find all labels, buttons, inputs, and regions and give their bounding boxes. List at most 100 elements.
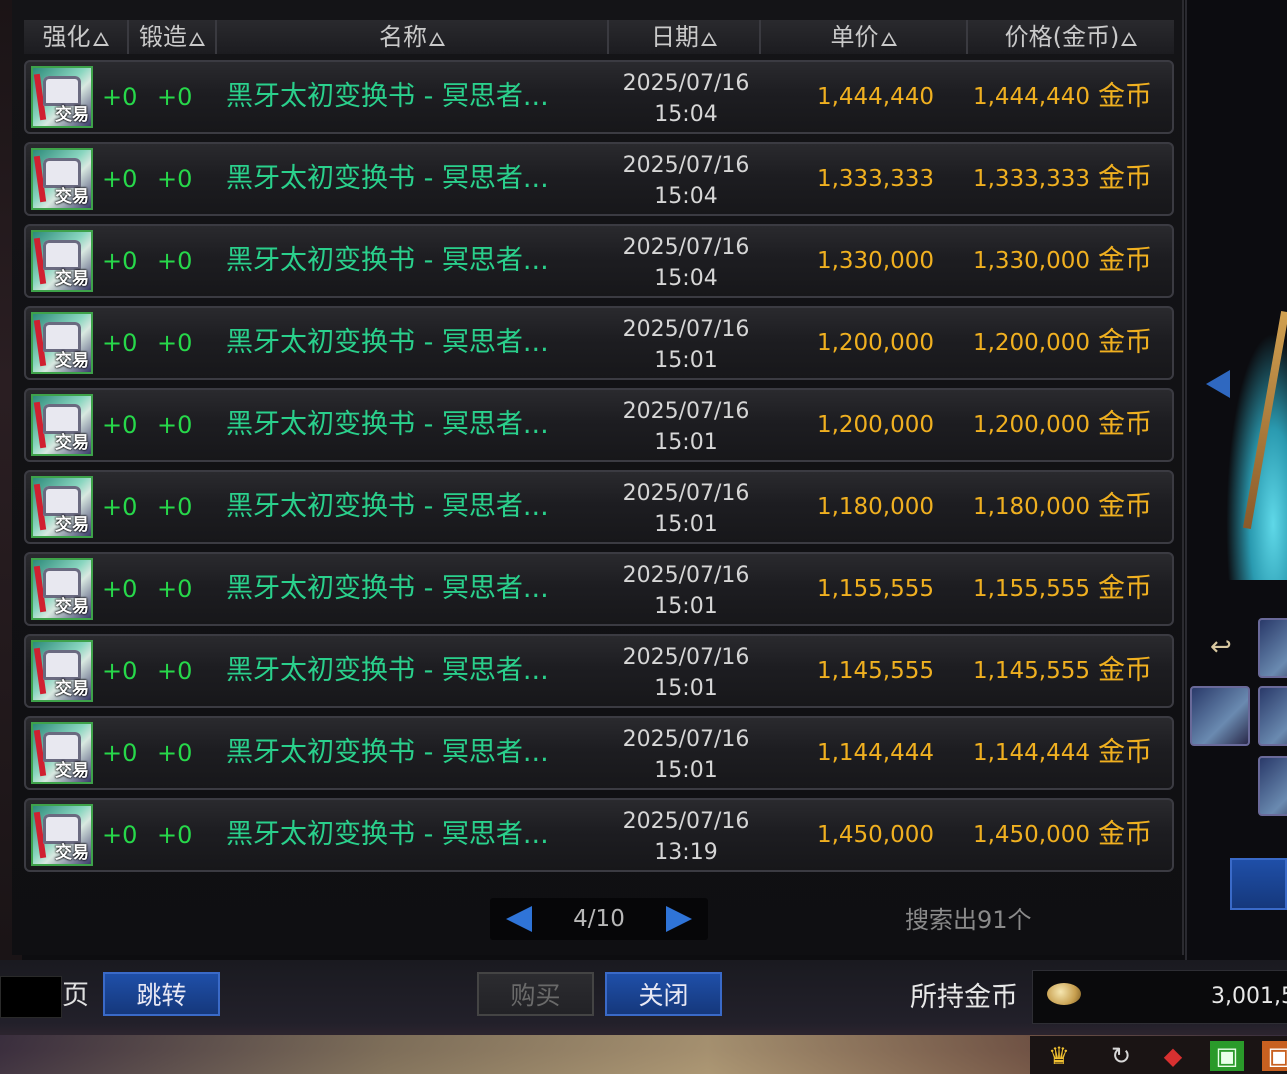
character-art (1218, 300, 1287, 580)
menu-icon[interactable]: ▣ (1210, 1041, 1244, 1071)
listing-time: 15:01 (654, 512, 718, 537)
forge-value: +0 (157, 821, 193, 849)
unit-price: 1,155,555 (816, 576, 934, 602)
column-header-forge[interactable]: 锻造 (129, 20, 217, 54)
quick-menu-bar: ♛ ↻ ◆ ▣ ▣ (1030, 1036, 1287, 1074)
unit-price: 1,144,444 (816, 740, 934, 766)
enhance-value: +0 (102, 329, 138, 357)
equipment-slot[interactable] (1258, 618, 1287, 678)
listing-date: 2025/07/16 (622, 71, 750, 96)
total-price: 1,444,440 (972, 84, 1090, 110)
menu-icon[interactable]: ▣ (1262, 1041, 1287, 1071)
table-header: 强化 锻造 名称 日期 单价 价格(金币) (24, 20, 1174, 54)
trade-tag: 交易 (55, 187, 89, 207)
refresh-icon[interactable]: ↻ (1104, 1041, 1138, 1071)
trade-tag: 交易 (55, 105, 89, 125)
enhance-value: +0 (102, 821, 138, 849)
listing-time: 15:01 (654, 430, 718, 455)
next-page-icon[interactable] (666, 906, 692, 932)
buy-button[interactable]: 购买 (477, 972, 594, 1016)
header-label: 日期 (651, 23, 699, 51)
unit-price: 1,180,000 (816, 494, 934, 520)
prev-page-icon[interactable] (506, 906, 532, 932)
table-row[interactable]: 交易 +0 +0 黑牙太初变换书 - 冥思者... 2025/07/16 15:0… (24, 716, 1174, 790)
listing-datetime: 2025/07/16 15:04 (606, 68, 766, 130)
listing-time: 15:04 (654, 266, 718, 291)
shoe-icon[interactable]: ◆ (1156, 1041, 1190, 1071)
table-row[interactable]: 交易 +0 +0 黑牙太初变换书 - 冥思者... 2025/07/16 15:0… (24, 60, 1174, 134)
enhance-value: +0 (102, 739, 138, 767)
item-book-icon: 交易 (31, 148, 93, 210)
listing-datetime: 2025/07/16 15:01 (606, 396, 766, 458)
gold-label: 所持金币 (910, 982, 1018, 1013)
table-row[interactable]: 交易 +0 +0 黑牙太初变换书 - 冥思者... 2025/07/16 15:0… (24, 552, 1174, 626)
listing-date: 2025/07/16 (622, 563, 750, 588)
item-book-icon: 交易 (31, 722, 93, 784)
listing-datetime: 2025/07/16 15:04 (606, 232, 766, 294)
listing-date: 2025/07/16 (622, 153, 750, 178)
item-name: 黑牙太初变换书 - 冥思者... (226, 573, 549, 604)
close-button[interactable]: 关闭 (605, 972, 722, 1016)
side-blue-button[interactable] (1230, 858, 1287, 910)
jump-button[interactable]: 跳转 (103, 972, 220, 1016)
header-label: 价格(金币) (1004, 23, 1120, 51)
sort-triangle-icon (429, 32, 445, 46)
item-name: 黑牙太初变换书 - 冥思者... (226, 655, 549, 686)
forge-value: +0 (157, 657, 193, 685)
sort-triangle-icon (880, 32, 897, 46)
item-name: 黑牙太初变换书 - 冥思者... (226, 819, 549, 850)
listing-time: 15:01 (654, 594, 718, 619)
table-row[interactable]: 交易 +0 +0 黑牙太初变换书 - 冥思者... 2025/07/16 15:0… (24, 306, 1174, 380)
page-number-input[interactable] (0, 976, 62, 1018)
forge-value: +0 (157, 493, 193, 521)
listing-datetime: 2025/07/16 15:01 (606, 560, 766, 622)
unit-price: 1,200,000 (816, 412, 934, 438)
results-list: 交易 +0 +0 黑牙太初变换书 - 冥思者... 2025/07/16 15:0… (24, 60, 1174, 880)
item-book-icon: 交易 (31, 230, 93, 292)
header-label: 锻造 (139, 23, 187, 51)
table-row[interactable]: 交易 +0 +0 黑牙太初变换书 - 冥思者... 2025/07/16 15:0… (24, 470, 1174, 544)
trade-tag: 交易 (55, 269, 89, 289)
forge-value: +0 (157, 575, 193, 603)
trade-tag: 交易 (55, 433, 89, 453)
listing-datetime: 2025/07/16 15:01 (606, 478, 766, 540)
staff-art (1242, 310, 1287, 530)
forge-value: +0 (157, 739, 193, 767)
equipment-slot[interactable] (1258, 756, 1287, 816)
listing-date: 2025/07/16 (622, 481, 750, 506)
return-icon[interactable]: ↩ (1210, 632, 1232, 662)
unit-price: 1,333,333 (816, 166, 934, 192)
forge-value: +0 (157, 247, 193, 275)
column-header-price[interactable]: 价格(金币) (968, 20, 1174, 54)
enhance-value: +0 (102, 165, 138, 193)
table-row[interactable]: 交易 +0 +0 黑牙太初变换书 - 冥思者... 2025/07/16 13:1… (24, 798, 1174, 872)
table-row[interactable]: 交易 +0 +0 黑牙太初变换书 - 冥思者... 2025/07/16 15:0… (24, 142, 1174, 216)
total-price: 1,330,000 (972, 248, 1090, 274)
column-header-enhance[interactable]: 强化 (24, 20, 129, 54)
equipment-slot[interactable] (1190, 686, 1250, 746)
listing-date: 2025/07/16 (622, 809, 750, 834)
currency-label: 金币 (1098, 81, 1152, 112)
table-row[interactable]: 交易 +0 +0 黑牙太初变换书 - 冥思者... 2025/07/16 15:0… (24, 634, 1174, 708)
listing-date: 2025/07/16 (622, 399, 750, 424)
listing-datetime: 2025/07/16 15:01 (606, 724, 766, 786)
currency-label: 金币 (1098, 327, 1152, 358)
column-header-date[interactable]: 日期 (609, 20, 761, 54)
column-header-name[interactable]: 名称 (217, 20, 609, 54)
equipment-slot[interactable] (1258, 686, 1287, 746)
table-row[interactable]: 交易 +0 +0 黑牙太初变换书 - 冥思者... 2025/07/16 15:0… (24, 388, 1174, 462)
listing-date: 2025/07/16 (622, 317, 750, 342)
crown-icon[interactable]: ♛ (1042, 1041, 1076, 1071)
item-name: 黑牙太初变换书 - 冥思者... (226, 409, 549, 440)
forge-value: +0 (157, 329, 193, 357)
item-name: 黑牙太初变换书 - 冥思者... (226, 81, 549, 112)
table-row[interactable]: 交易 +0 +0 黑牙太初变换书 - 冥思者... 2025/07/16 15:0… (24, 224, 1174, 298)
column-header-unit-price[interactable]: 单价 (761, 20, 968, 54)
trade-tag: 交易 (55, 843, 89, 863)
sort-triangle-icon (1121, 32, 1138, 46)
enhance-value: +0 (102, 83, 138, 111)
unit-price: 1,200,000 (816, 330, 934, 356)
listing-datetime: 2025/07/16 15:01 (606, 642, 766, 704)
side-prev-arrow-icon[interactable] (1206, 370, 1230, 398)
listing-datetime: 2025/07/16 15:01 (606, 314, 766, 376)
